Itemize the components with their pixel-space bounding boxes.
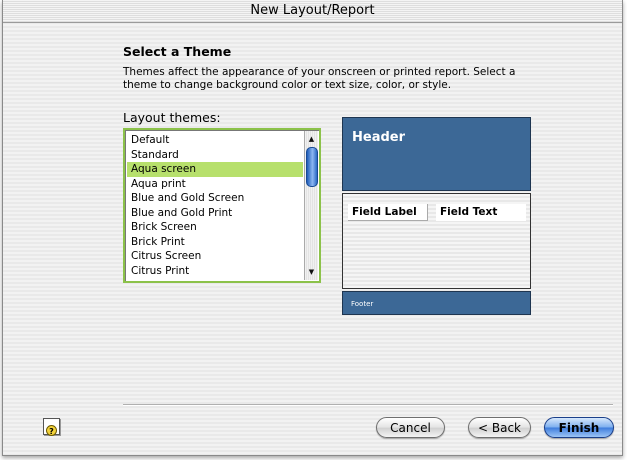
list-scrollbar[interactable]: ▲ ▼	[304, 131, 318, 280]
back-button[interactable]: < Back	[468, 417, 531, 438]
finish-button[interactable]: Finish	[544, 417, 614, 438]
theme-items: Default Standard Aqua screen Aqua print Blue…	[127, 133, 303, 278]
preview-header-text: Header	[352, 130, 406, 145]
theme-list-item[interactable]: Blue and Gold Screen	[127, 191, 303, 206]
help-button[interactable]: ?	[43, 418, 60, 436]
section-description: Themes affect the appearance of your ons…	[123, 66, 516, 91]
layout-themes-label: Layout themes:	[123, 110, 221, 125]
theme-list-item[interactable]: Citrus Screen	[127, 249, 303, 264]
theme-list-item[interactable]: Blue and Gold Print	[127, 206, 303, 221]
preview-body-band: Field Label Field Text	[342, 193, 531, 289]
scroll-up-icon[interactable]: ▲	[305, 133, 318, 145]
help-icon: ?	[46, 425, 57, 436]
cancel-button[interactable]: Cancel	[376, 417, 445, 438]
theme-list-item[interactable]: Aqua print	[127, 177, 303, 192]
scroll-thumb[interactable]	[306, 147, 318, 187]
theme-list-item[interactable]: Brick Screen	[127, 220, 303, 235]
theme-list-item[interactable]: Citrus Print	[127, 264, 303, 279]
preview-field-label: Field Label	[348, 204, 428, 221]
new-layout-report-dialog: New Layout/Report Select a Theme Themes …	[2, 0, 623, 456]
scroll-down-icon[interactable]: ▼	[305, 266, 318, 278]
preview-footer-band: Footer	[342, 291, 531, 315]
window-title: New Layout/Report	[3, 0, 622, 23]
theme-list-item[interactable]: Brick Print	[127, 235, 303, 250]
preview-field-text: Field Text	[436, 204, 526, 221]
preview-header-band: Header	[342, 117, 531, 191]
section-heading: Select a Theme	[123, 44, 232, 59]
preview-footer-text: Footer	[351, 300, 374, 308]
theme-preview: Header Field Label Field Text Footer	[342, 117, 531, 315]
theme-list-item[interactable]: Default	[127, 133, 303, 148]
button-divider	[123, 404, 613, 406]
layout-themes-list[interactable]: Default Standard Aqua screen Aqua print Blue…	[123, 128, 321, 283]
theme-list-item[interactable]: Aqua screen	[127, 162, 303, 177]
theme-list-item[interactable]: Standard	[127, 148, 303, 163]
